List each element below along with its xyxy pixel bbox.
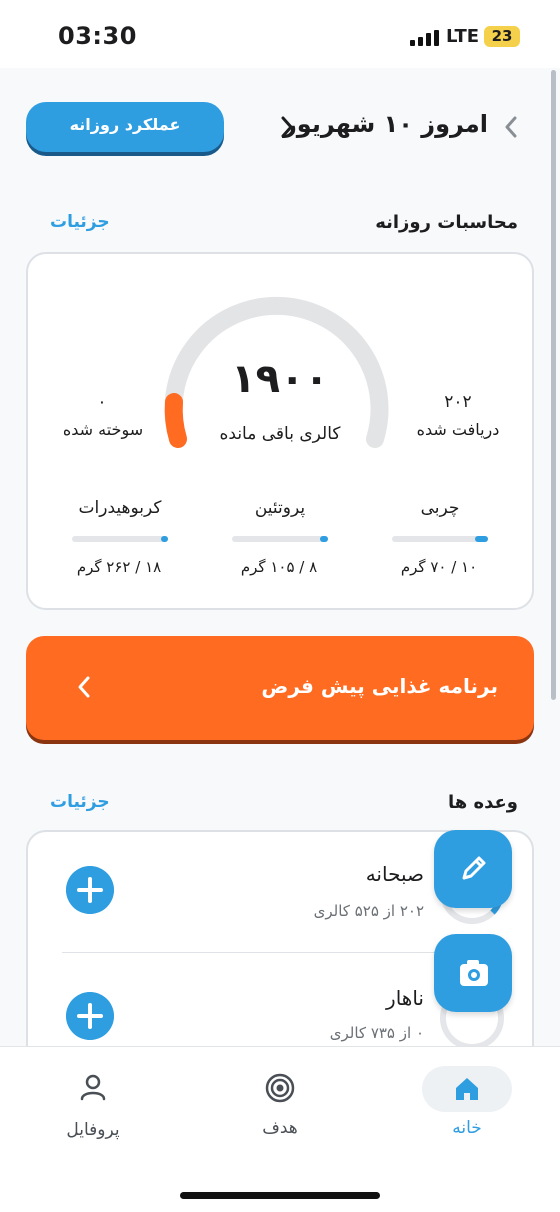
chevron-left-icon	[78, 676, 90, 698]
lunch-calories: ۰ از ۷۳۵ کالری	[329, 1024, 424, 1042]
home-indicator	[180, 1192, 380, 1199]
macro-carbs-fill	[161, 536, 168, 542]
macro-protein-name: پروتئین	[254, 498, 306, 518]
status-time: 03:30	[58, 22, 137, 50]
chevron-left-icon[interactable]	[276, 112, 298, 142]
battery-icon: 23	[484, 26, 520, 47]
scrollbar[interactable]	[551, 70, 556, 700]
burned-value: ۰	[97, 392, 107, 412]
macro-carbs-bar	[72, 536, 168, 542]
meal-plan-label: برنامه غذایی پیش فرض	[261, 674, 498, 698]
camera-icon	[460, 960, 488, 986]
received-label: دریافت شده	[416, 420, 500, 439]
macro-protein-bar	[232, 536, 328, 542]
lunch-name: ناهار	[386, 986, 424, 1010]
daily-performance-button[interactable]: عملکرد روزانه	[26, 102, 224, 152]
meals-details-link[interactable]: جزئیات	[50, 792, 110, 812]
remaining-calories-value: ۱۹۰۰	[231, 356, 329, 402]
breakfast-name: صبحانه	[365, 862, 424, 886]
daily-calc-details-link[interactable]: جزئیات	[50, 212, 110, 232]
page-title: امروز ۱۰ شهریور	[282, 110, 488, 138]
camera-fab-button[interactable]	[434, 934, 512, 1012]
breakfast-calories: ۲۰۲ از ۵۲۵ کالری	[313, 902, 424, 920]
network-label: LTE	[446, 26, 480, 47]
chevron-right-icon[interactable]	[500, 112, 522, 142]
macro-fat-name: چربی	[420, 498, 460, 518]
signal-icon	[410, 30, 439, 46]
macro-protein-amount: ۸ / ۱۰۵ گرم	[240, 558, 318, 576]
macro-carbs-amount: ۱۸ / ۲۶۲ گرم	[76, 558, 162, 576]
macro-carbs-name: کربوهیدرات	[78, 498, 162, 518]
add-breakfast-button[interactable]	[66, 866, 114, 914]
macro-fat-amount: ۱۰ / ۷۰ گرم	[400, 558, 478, 576]
macro-protein-fill	[320, 536, 328, 542]
nav-home-label[interactable]: خانه	[412, 1118, 522, 1138]
nav-goal-label[interactable]: هدف	[225, 1118, 335, 1138]
edit-fab-button[interactable]	[434, 830, 512, 908]
add-lunch-button[interactable]	[66, 992, 114, 1040]
home-icon[interactable]	[452, 1074, 482, 1104]
nav-profile-label[interactable]: پروفایل	[38, 1120, 148, 1140]
macro-fat-bar	[392, 536, 488, 542]
meals-title: وعده ها	[447, 792, 518, 813]
profile-icon[interactable]	[78, 1072, 108, 1102]
remaining-calories-label: کالری باقی مانده	[219, 424, 341, 444]
burned-label: سوخته شده	[62, 420, 144, 439]
daily-calc-title: محاسبات روزانه	[375, 212, 518, 233]
target-icon[interactable]	[264, 1072, 296, 1104]
pencil-icon	[462, 856, 486, 880]
macro-fat-fill	[474, 536, 488, 542]
received-value: ۲۰۲	[444, 392, 472, 412]
